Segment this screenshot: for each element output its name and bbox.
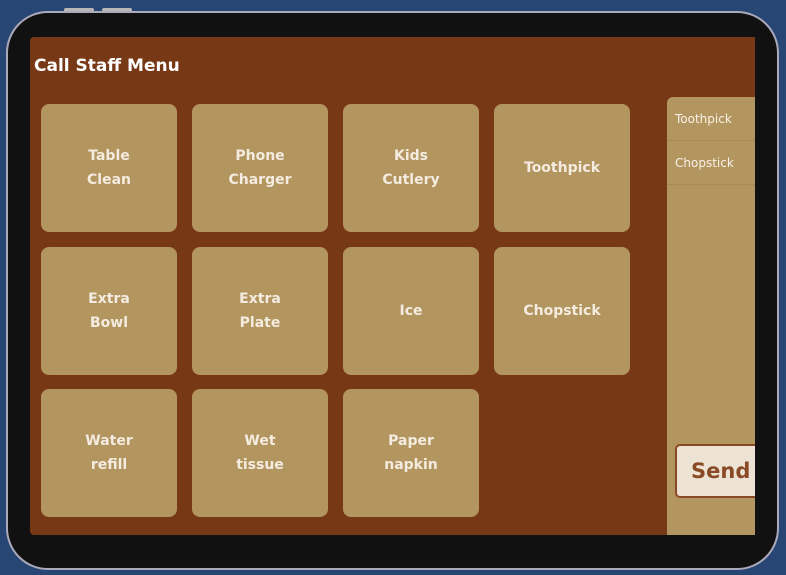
- tile-extra-bowl[interactable]: Extra Bowl: [41, 247, 177, 375]
- tile-water-refill[interactable]: Water refill: [41, 389, 177, 517]
- send-request-button[interactable]: Send R: [675, 444, 755, 498]
- page-title: Call Staff Menu: [34, 56, 180, 76]
- tile-phone-charger[interactable]: Phone Charger: [192, 104, 328, 232]
- tile-wet-tissue[interactable]: Wet tissue: [192, 389, 328, 517]
- selected-item[interactable]: Chopstick: [667, 141, 755, 185]
- tile-chopstick[interactable]: Chopstick: [494, 247, 630, 375]
- tile-ice[interactable]: Ice: [343, 247, 479, 375]
- tile-table-clean[interactable]: Table Clean: [41, 104, 177, 232]
- tile-toothpick[interactable]: Toothpick: [494, 104, 630, 232]
- selected-items-panel: Toothpick Chopstick Send R: [667, 97, 755, 535]
- selected-item[interactable]: Toothpick: [667, 97, 755, 141]
- tile-extra-plate[interactable]: Extra Plate: [192, 247, 328, 375]
- app-screen: Call Staff Menu Table Clean Phone Charge…: [30, 37, 755, 535]
- tile-kids-cutlery[interactable]: Kids Cutlery: [343, 104, 479, 232]
- tile-paper-napkin[interactable]: Paper napkin: [343, 389, 479, 517]
